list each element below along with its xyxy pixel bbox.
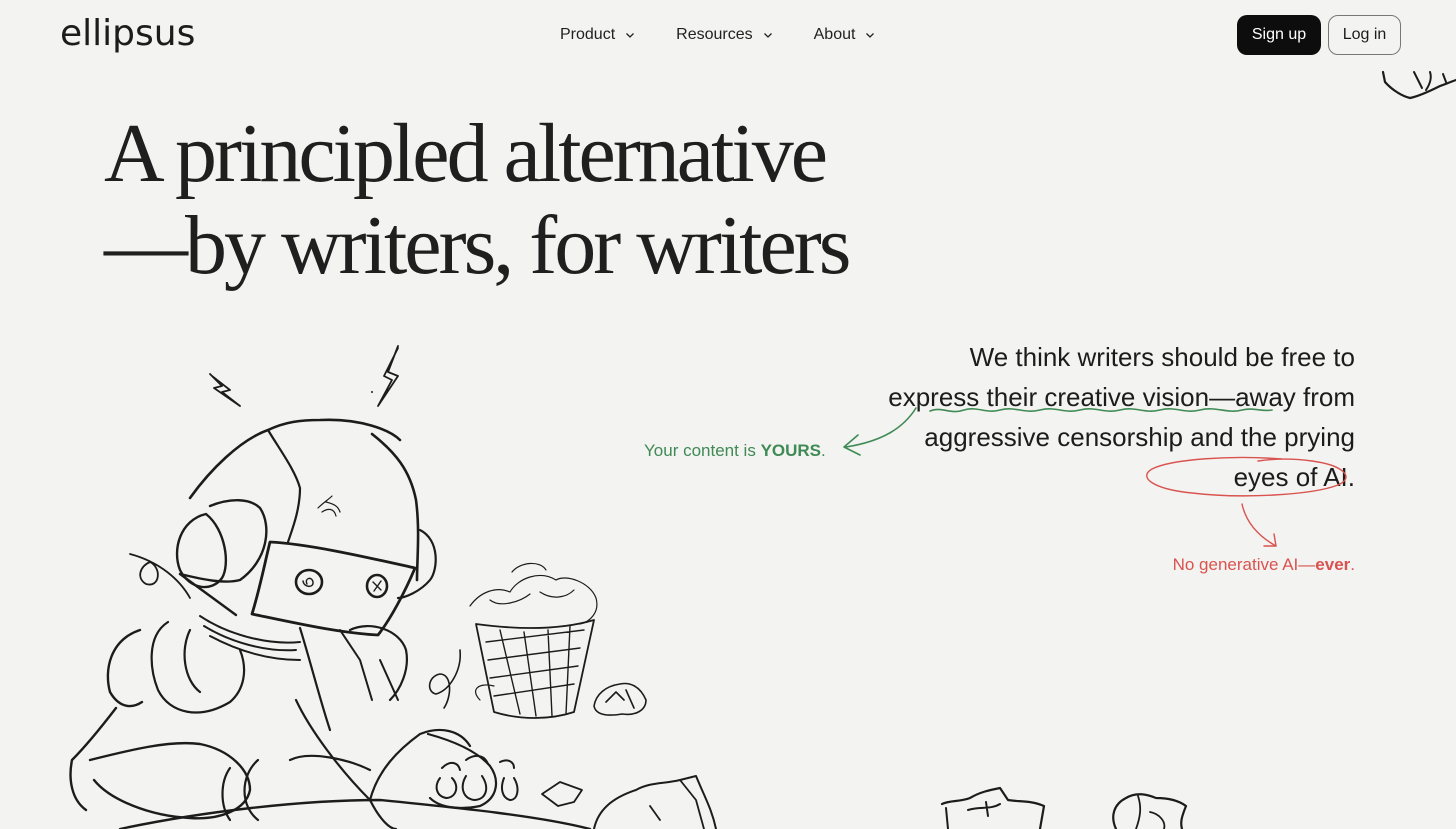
hero-title: A principled alternative —by writers, fo… [104,107,851,292]
statement-part-1: We think writers should be free to [969,342,1355,372]
note-green-suffix: . [821,441,826,460]
chevron-down-icon [763,33,772,38]
robot-body [69,620,592,829]
nav-product-label: Product [560,26,616,43]
green-arrow-icon [843,407,917,456]
robot-illustration [69,345,717,829]
crumpled-paper-icon [940,786,1046,829]
chevron-down-icon [626,33,635,38]
green-wavy-underline [929,408,1273,413]
note-red-prefix: No generative AI— [1172,555,1316,574]
no-ai-note: No generative AI—ever. [1173,555,1355,575]
login-button[interactable]: Log in [1328,15,1401,55]
red-circle-annotation [1146,456,1347,497]
sketch-fragment-top-right [1381,70,1456,100]
signup-button[interactable]: Sign up [1237,15,1321,55]
note-green-bold: YOURS [760,441,822,460]
site-header: ellipsus Product Resources About Sign up… [0,0,1456,70]
nav-resources[interactable]: Resources [676,24,773,46]
nav-about-label: About [813,26,856,43]
robot-head [175,418,437,637]
paper-basket [469,562,598,719]
note-red-suffix: . [1350,555,1355,574]
hero-title-line-2: —by writers, for writers [104,199,851,292]
crumpled-papers-bottom [940,786,1188,829]
chevron-down-icon [866,33,875,38]
red-arrow-icon [1241,503,1277,547]
nav-product[interactable]: Product [560,24,636,46]
hero-title-line-1: A principled alternative [104,107,828,200]
eraser-icon [541,781,583,807]
nav-about[interactable]: About [814,24,877,46]
crumpled-paper-icon [593,682,647,716]
main-nav: Product Resources About [560,24,876,46]
lightning-bolt-icon [209,373,241,407]
nav-resources-label: Resources [676,26,753,43]
note-red-bold: ever [1315,555,1351,574]
lightning-bolt-icon [371,345,399,407]
crumpled-paper-icon [593,775,717,829]
logo[interactable]: ellipsus [60,14,195,54]
